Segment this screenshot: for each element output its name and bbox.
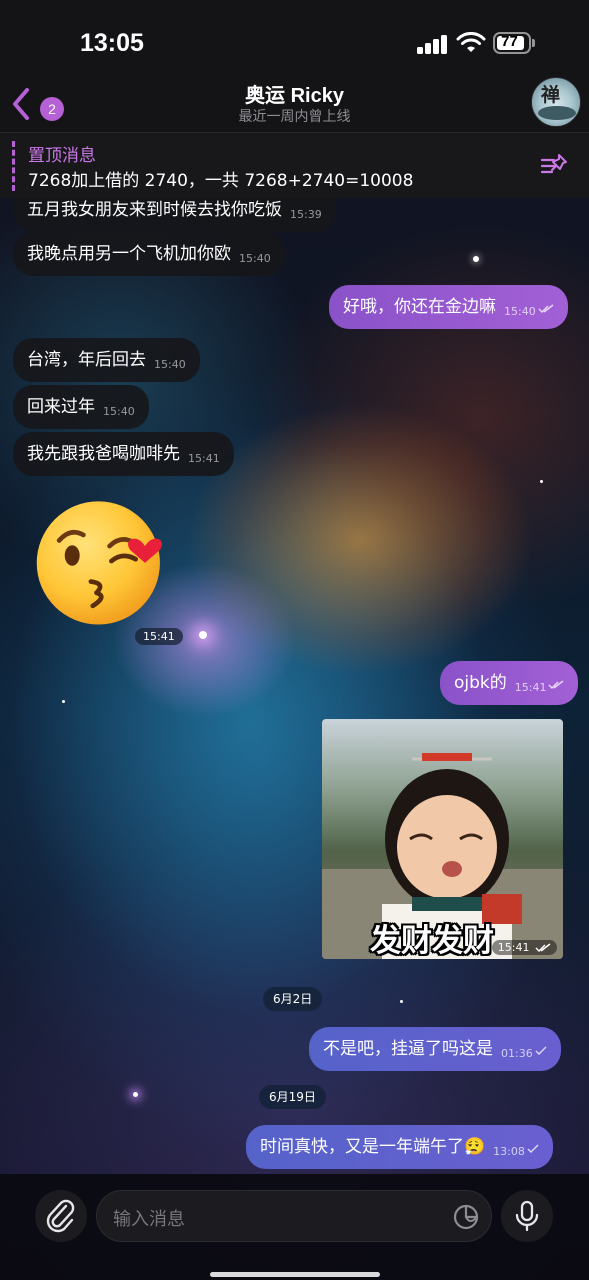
message-time: 15:40: [154, 358, 186, 371]
sent-check-icon: [527, 1144, 539, 1154]
pinned-list-icon[interactable]: [540, 151, 570, 181]
pinned-indicator: [12, 141, 15, 191]
battery-icon: 77: [493, 32, 531, 54]
home-indicator: [210, 1272, 380, 1277]
message-text: ojbk的: [454, 673, 507, 693]
battery-tip: [532, 39, 535, 47]
message-incoming[interactable]: 台湾，年后回去 15:40: [13, 338, 200, 382]
composer-bar: 输入消息: [0, 1174, 589, 1280]
attach-button[interactable]: [35, 1190, 87, 1242]
read-check-icon: [548, 680, 564, 690]
chat-header: 2 奥运 Ricky 最近一周内曾上线 禅: [0, 76, 589, 132]
message-incoming[interactable]: 我先跟我爸喝咖啡先 15:41: [13, 432, 234, 476]
message-text: 台湾，年后回去: [27, 350, 146, 370]
pinned-message-bar[interactable]: 置顶消息 7268加上借的 2740，一共 7268+2740=10008: [0, 132, 589, 198]
message-outgoing[interactable]: 好哦，你还在金边嘛 15:40: [329, 285, 568, 329]
avatar-glyph: 禅: [541, 84, 561, 106]
battery-level: 77: [501, 33, 518, 50]
message-time: 15:41: [514, 681, 547, 694]
message-time: 15:40: [103, 405, 135, 418]
message-time: 01:36: [501, 1047, 533, 1060]
avatar[interactable]: 禅: [531, 77, 581, 127]
message-text: 时间真快，又是一年端午了😮‍💨: [260, 1137, 486, 1157]
sent-check-icon: [535, 1046, 547, 1056]
paperclip-icon: [46, 1199, 75, 1233]
photo-time: 15:41: [491, 940, 557, 955]
message-incoming[interactable]: 我晚点用另一个飞机加你欧 15:40: [13, 232, 285, 276]
photo-caption: 发财发财: [370, 923, 494, 959]
pinned-title: 置顶消息: [28, 146, 96, 166]
message-text: 好哦，你还在金边嘛: [343, 297, 496, 317]
date-separator: 6月19日: [259, 1085, 326, 1109]
message-list[interactable]: 五月我女朋友来到时候去找你吃饭 15:39 我晚点用另一个飞机加你欧 15:40 好…: [0, 198, 589, 1174]
message-text: 五月我女朋友来到时候去找你吃饭: [27, 200, 282, 220]
message-time: 15:41: [188, 452, 220, 465]
message-text: 不是吧，挂逼了吗这是: [323, 1039, 493, 1059]
message-incoming[interactable]: 五月我女朋友来到时候去找你吃饭 15:39: [13, 198, 336, 232]
last-seen-status: 最近一周内曾上线: [238, 109, 351, 125]
sticker-time: 15:41: [135, 628, 183, 645]
message-time: 15:40: [504, 305, 536, 318]
date-separator: 6月2日: [263, 987, 323, 1011]
message-text: 我先跟我爸喝咖啡先: [27, 444, 180, 464]
status-bar: 13:05 77: [0, 0, 589, 76]
message-incoming[interactable]: 回来过年 15:40: [13, 385, 149, 429]
pinned-text: 7268加上借的 2740，一共 7268+2740=10008: [28, 171, 414, 191]
chat-title[interactable]: 奥运 Ricky: [0, 79, 589, 108]
message-time: 15:39: [290, 208, 322, 221]
message-time: 15:40: [239, 252, 271, 265]
message-text: 回来过年: [27, 397, 95, 417]
cellular-signal-icon: [417, 34, 449, 54]
status-time: 13:05: [80, 29, 144, 57]
kissing-face-sticker[interactable]: [33, 492, 173, 632]
sticker-icon[interactable]: [452, 1203, 480, 1231]
voice-record-button[interactable]: [501, 1190, 553, 1242]
read-check-icon: [535, 943, 551, 953]
wifi-icon: [456, 32, 486, 52]
read-check-icon: [538, 304, 554, 314]
message-input[interactable]: 输入消息: [96, 1190, 492, 1242]
message-outgoing[interactable]: 时间真快，又是一年端午了😮‍💨 13:08: [246, 1125, 553, 1169]
microphone-icon: [515, 1200, 539, 1232]
photo-message[interactable]: 发财发财 15:41: [322, 719, 563, 959]
message-time: 13:08: [493, 1145, 525, 1158]
message-text: 我晚点用另一个飞机加你欧: [27, 244, 231, 264]
message-input-placeholder: 输入消息: [113, 1209, 185, 1230]
message-outgoing[interactable]: ojbk的 15:41: [440, 661, 579, 705]
message-outgoing[interactable]: 不是吧，挂逼了吗这是 01:36: [309, 1027, 561, 1071]
